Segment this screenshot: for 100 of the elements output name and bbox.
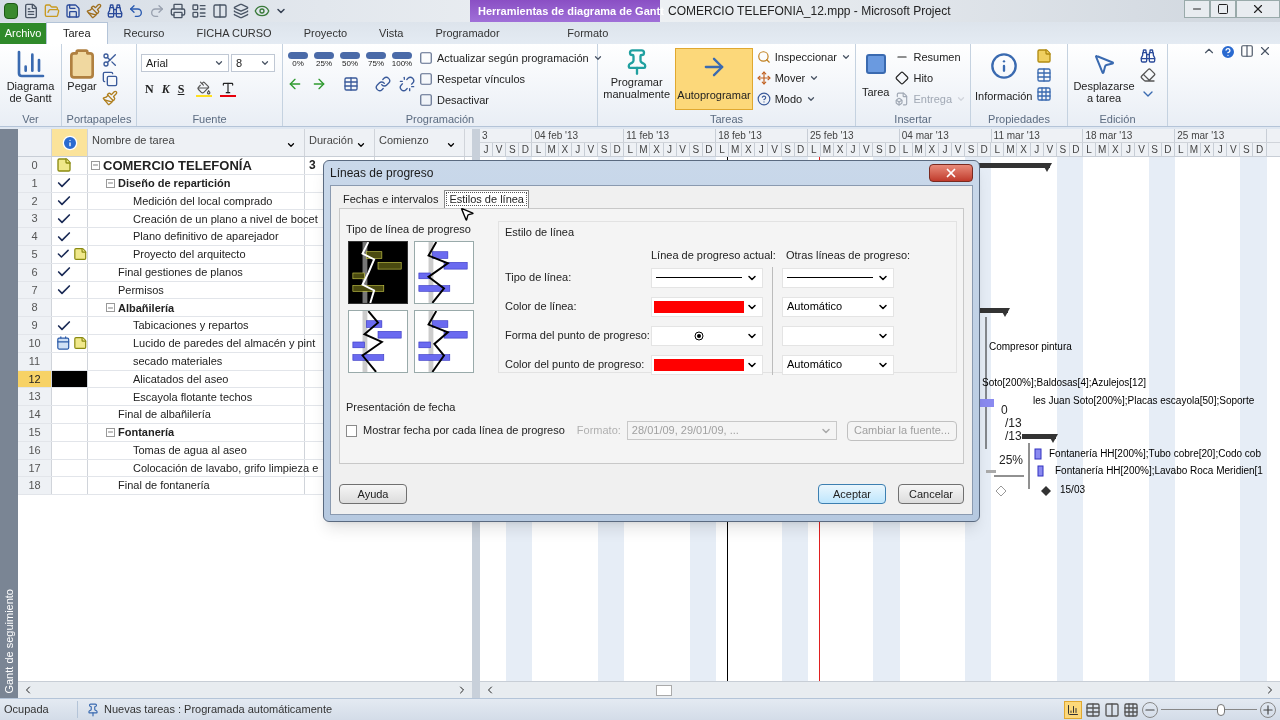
row-number[interactable]: 8 [18, 299, 52, 317]
line-style-option[interactable] [414, 240, 474, 304]
underline-button[interactable]: S [177, 80, 185, 98]
collapse-toggle[interactable] [91, 160, 100, 170]
collapse-toggle[interactable] [106, 178, 115, 188]
scroll-thumb[interactable] [656, 684, 672, 696]
zoom-thumb[interactable] [1216, 703, 1225, 716]
task-command[interactable]: Inspeccionar [756, 48, 851, 66]
outdent-icon[interactable] [287, 76, 303, 92]
list-icon[interactable] [191, 3, 207, 19]
sheet-view-icon[interactable] [1085, 701, 1101, 718]
team-view-icon[interactable] [1104, 701, 1120, 718]
close-icon[interactable] [1258, 44, 1272, 58]
eraser-icon[interactable] [1140, 67, 1156, 83]
scroll-to-task-button[interactable]: Desplazarse a tarea [1072, 48, 1136, 104]
row-number[interactable]: 14 [18, 406, 52, 423]
row-number[interactable]: 3 [18, 210, 52, 228]
column-header[interactable]: Duración [305, 129, 375, 156]
dialog-tab[interactable]: Fechas e intervalos [339, 190, 443, 208]
style-dropdown[interactable]: Automático [782, 354, 894, 375]
column-header[interactable]: Comienzo [375, 129, 465, 156]
ribbon-tab[interactable]: Archivo [0, 23, 46, 44]
brush-icon[interactable] [86, 3, 102, 19]
zoom-slider[interactable] [1161, 703, 1257, 716]
new-file-icon[interactable] [23, 3, 39, 19]
task-command[interactable]: Modo [756, 90, 851, 108]
line-style-option[interactable] [348, 240, 408, 304]
font-name-field[interactable]: Arial [141, 54, 229, 72]
font-color-icon[interactable] [220, 81, 237, 97]
task-command[interactable]: Mover [756, 69, 851, 87]
manual-schedule-button[interactable]: Programar manualmente [602, 48, 672, 100]
row-number[interactable]: 18 [18, 477, 52, 495]
usage-view-icon[interactable] [1123, 701, 1139, 718]
ribbon-tab[interactable]: Tarea [46, 22, 108, 44]
fill-color-icon[interactable] [196, 81, 213, 97]
gantt-view-button[interactable] [1064, 700, 1082, 719]
information-button[interactable]: Información [975, 48, 1033, 105]
ribbon-tab[interactable]: Formato [515, 23, 660, 44]
insert-task-button[interactable]: Tarea [860, 48, 892, 101]
ribbon-tab[interactable]: Recurso [107, 23, 181, 44]
percent-complete-button[interactable]: 100% [391, 52, 413, 68]
new-tasks-mode[interactable]: Nuevas tareas : Programada automáticamente [78, 701, 333, 718]
format-painter-icon[interactable] [102, 90, 118, 106]
horizontal-scrollbar[interactable] [480, 681, 1280, 698]
cancel-button[interactable]: Cancelar [898, 484, 964, 504]
columns-icon[interactable] [212, 3, 228, 19]
ok-button[interactable]: Aceptar [818, 484, 886, 504]
ribbon-tab[interactable]: Programador [419, 23, 516, 44]
dialog-tab[interactable]: Estilos de línea [444, 190, 529, 208]
row-number[interactable]: 9 [18, 317, 52, 334]
row-number[interactable]: 4 [18, 228, 52, 245]
schedule-command[interactable]: Actualizar según programación [419, 49, 603, 67]
binoculars-icon[interactable] [107, 3, 123, 19]
percent-complete-button[interactable]: 50% [339, 52, 361, 68]
close-button[interactable] [929, 164, 973, 182]
schedule-command[interactable]: Desactivar [419, 91, 603, 109]
percent-complete-button[interactable]: 0% [287, 52, 309, 68]
font-size-field[interactable]: 8 [231, 54, 275, 72]
ribbon-tab[interactable]: FICHA CURSO [180, 23, 288, 44]
restore-icon[interactable] [1240, 44, 1254, 58]
paste-button[interactable]: Pegar [66, 48, 98, 92]
column-header[interactable]: Nombre de tarea [88, 129, 305, 156]
ribbon-tab[interactable]: Vista [363, 23, 420, 44]
layers-icon[interactable] [233, 3, 249, 19]
print-preview-icon[interactable] [170, 3, 186, 19]
eye-icon[interactable] [254, 3, 270, 19]
insert-command[interactable]: Resumen [895, 48, 966, 66]
cut-icon[interactable] [102, 52, 118, 68]
collapse-toggle[interactable] [106, 303, 115, 313]
line-style-option[interactable] [348, 309, 408, 373]
insert-command[interactable]: Hito [895, 69, 966, 87]
bold-button[interactable]: N [145, 80, 154, 98]
undo-icon[interactable] [128, 3, 144, 19]
unlink-icon[interactable] [399, 76, 415, 92]
find-icon[interactable] [1140, 48, 1156, 64]
note-icon[interactable] [1036, 48, 1053, 64]
auto-schedule-button[interactable]: Autoprogramar [675, 48, 753, 110]
row-number[interactable]: 13 [18, 388, 52, 406]
percent-complete-button[interactable]: 25% [313, 52, 335, 68]
restore-button[interactable] [1210, 0, 1236, 18]
style-dropdown[interactable]: Automático [782, 296, 894, 317]
style-dropdown[interactable] [651, 267, 763, 288]
horizontal-scrollbar[interactable] [18, 681, 472, 698]
copy-icon[interactable] [102, 71, 118, 87]
gantt-view-button[interactable]: Diagrama de Gantt [4, 48, 57, 104]
help-button[interactable]: Ayuda [339, 484, 407, 504]
row-number[interactable]: 0 [18, 157, 52, 174]
ribbon-tab[interactable]: Proyecto [287, 23, 364, 44]
collapse-toggle[interactable] [106, 427, 115, 437]
percent-complete-button[interactable]: 75% [365, 52, 387, 68]
indent-icon[interactable] [311, 76, 327, 92]
style-dropdown[interactable] [651, 325, 763, 346]
help-icon[interactable] [1220, 44, 1236, 60]
line-style-option[interactable] [414, 309, 474, 373]
italic-button[interactable]: K [161, 80, 170, 98]
save-icon[interactable] [65, 3, 81, 19]
style-dropdown[interactable] [782, 267, 894, 288]
details-icon[interactable] [1036, 67, 1053, 83]
link-icon[interactable] [375, 76, 391, 92]
grid-icon[interactable] [1036, 86, 1053, 102]
